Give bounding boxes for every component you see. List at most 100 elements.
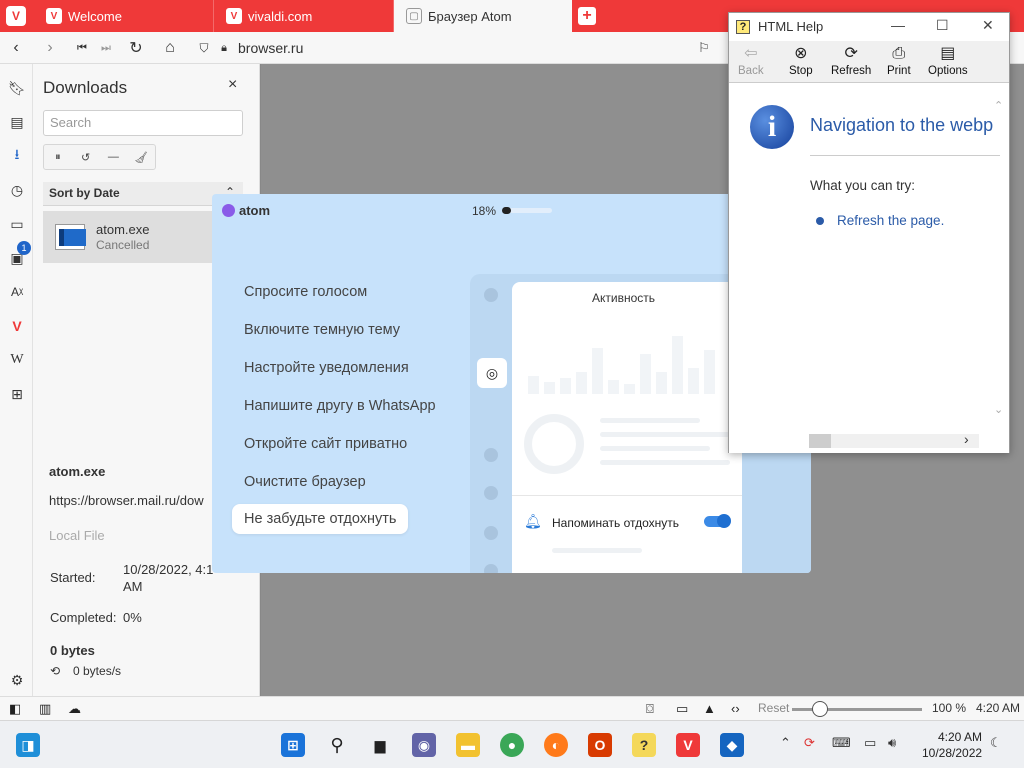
help-toolbar: ⇦ Back ⊗ Stop ⟳ Refresh ⎙ Print ▤ Options (729, 41, 1009, 83)
minimize-button[interactable]: — (891, 17, 905, 33)
help-heading: Navigation to the webp (810, 115, 994, 135)
zoom-reset[interactable]: Reset (758, 701, 789, 715)
translate-icon[interactable]: Aᵡ (7, 282, 27, 302)
activity-ring (524, 414, 584, 474)
maximize-button[interactable]: ☐ (936, 17, 949, 34)
chrome-icon[interactable]: ● (500, 733, 524, 757)
task-view-icon[interactable]: ▆ (368, 733, 392, 757)
pause-icon[interactable]: ⏸ (44, 145, 72, 169)
file-explorer-icon[interactable]: ▬ (456, 733, 480, 757)
clock-date: 10/28/2022 (922, 746, 983, 760)
detail-started-value2: AM (123, 579, 143, 594)
page-icon: ▢ (406, 8, 422, 24)
vivaldi-icon: V (226, 8, 242, 24)
window-title: HTML Help (758, 19, 824, 34)
office-icon[interactable]: O (588, 733, 612, 757)
reading-list-icon[interactable]: ▤ (7, 112, 27, 132)
forward-button[interactable]: › (40, 38, 60, 58)
widgets-icon[interactable]: ◨ (16, 733, 40, 757)
scroll-down-icon[interactable]: ⌄ (994, 403, 1003, 416)
shield-icon[interactable]: ⛉ (194, 38, 214, 58)
code-icon[interactable]: ‹› (731, 701, 740, 716)
preview-dot (484, 448, 498, 462)
vivaldi-icon[interactable]: V (7, 316, 27, 336)
history-icon[interactable]: ◷ (7, 180, 27, 200)
preview-dot (484, 564, 498, 573)
refresh-icon: ⟳ (844, 45, 858, 62)
resume-icon[interactable]: ↺ (72, 145, 100, 169)
tab-vivaldi-com[interactable]: V vivaldi.com (214, 0, 394, 32)
menu-item-dark-theme[interactable]: Включите темную тему (244, 322, 400, 338)
help-viewer-icon[interactable]: ? (632, 733, 656, 757)
vivaldi-icon[interactable]: V (676, 733, 700, 757)
detail-name: atom.exe (49, 464, 106, 479)
help-titlebar[interactable]: ? HTML Help — ☐ ✕ (729, 13, 1009, 41)
keyboard-icon[interactable]: ⌨ (832, 735, 851, 751)
add-panel-icon[interactable]: ⊞ (7, 384, 27, 404)
scroll-up-icon[interactable]: ⌃ (994, 99, 1003, 112)
taskbar-clock[interactable]: 4:20 AM 10/28/2022 (922, 729, 982, 761)
menu-item-notifications[interactable]: Настройте уведомления (244, 360, 409, 376)
home-button[interactable]: ⌂ (160, 38, 180, 58)
update-icon[interactable]: ⟳ (804, 735, 815, 751)
tab-tiling-icon[interactable]: ▥ (39, 701, 51, 717)
scroll-thumb[interactable] (809, 434, 831, 448)
cloud-icon[interactable]: ☁︎ (68, 701, 81, 717)
vivaldi-menu-icon[interactable]: V (6, 6, 26, 26)
toggle-panel-icon[interactable]: ◧ (9, 701, 21, 717)
back-button[interactable]: ‹ (6, 38, 26, 58)
progress-bar (502, 207, 552, 214)
menu-item-voice[interactable]: Спросите голосом (244, 284, 367, 300)
download-status: Cancelled (96, 238, 150, 252)
clear-icon[interactable]: 🧹︎ (127, 145, 155, 169)
tab-atom[interactable]: ▢ Браузер Atom (394, 0, 572, 32)
close-panel-button[interactable]: × (228, 76, 237, 94)
help-back-button[interactable]: ⇦ Back (738, 45, 764, 77)
help-print-button[interactable]: ⎙ Print (887, 45, 911, 77)
chevron-up-icon[interactable]: ⌃ (780, 735, 791, 751)
status-bar: ◧ ▥ ☁︎ ⌼ ▭ ▲ ‹› Reset 100 % 4:20 AM (0, 696, 1024, 720)
network-icon[interactable]: ▭ (864, 735, 876, 751)
menu-item-whatsapp[interactable]: Напишите другу в WhatsApp (244, 398, 436, 414)
scroll-right-icon[interactable]: › (964, 431, 969, 447)
menu-item-clear[interactable]: Очистите браузер (244, 474, 366, 490)
start-icon[interactable]: ⊞ (281, 733, 305, 757)
fast-forward-button[interactable]: ⏭ (96, 38, 116, 58)
window-icon[interactable]: ▭ (676, 701, 688, 717)
remove-icon[interactable]: — (100, 145, 128, 169)
bookmarks-icon[interactable]: 🔖︎ (7, 78, 27, 98)
help-stop-button[interactable]: ⊗ Stop (789, 45, 813, 77)
firefox-icon[interactable]: ◐ (544, 733, 568, 757)
installer-icon[interactable]: ◆ (720, 733, 744, 757)
close-button[interactable]: ✕ (982, 17, 994, 34)
search-input[interactable]: Search (43, 110, 243, 136)
remind-toggle[interactable] (704, 514, 731, 528)
settings-icon[interactable]: ⚙ (7, 670, 27, 690)
horizontal-scrollbar[interactable] (809, 434, 979, 448)
help-refresh-button[interactable]: ⟳ Refresh (831, 45, 871, 77)
new-tab-button[interactable]: + (578, 7, 596, 25)
volume-icon[interactable]: 🔊︎ (888, 735, 896, 751)
bookmark-icon[interactable]: ⚐ (694, 38, 714, 58)
help-options-button[interactable]: ▤ Options (928, 45, 968, 77)
image-icon[interactable]: ▲ (703, 701, 716, 716)
panel-strip: 🔖︎ ▤ ⭳ ◷ ▭ ▣ 1 Aᵡ V W ⊞ ⚙ (0, 64, 33, 696)
zoom-knob[interactable] (812, 701, 828, 717)
activity-bars (528, 332, 728, 394)
detail-url[interactable]: https://browser.mail.ru/dow (49, 493, 204, 508)
rewind-button[interactable]: ⏮ (72, 38, 92, 58)
search-icon[interactable]: ⚲ (325, 733, 349, 757)
menu-item-private[interactable]: Откройте сайт приватно (244, 436, 407, 452)
bell-icon: 🔔︎ (524, 513, 542, 529)
downloads-icon[interactable]: ⭳ (7, 146, 27, 166)
chat-icon[interactable]: ◉ (412, 733, 436, 757)
wikipedia-icon[interactable]: W (7, 350, 27, 370)
camera-icon[interactable]: ⌼ (646, 701, 654, 717)
notes-icon[interactable]: ▭ (7, 214, 27, 234)
menu-item-rest[interactable]: Не забудьте отдохнуть (232, 504, 409, 534)
url-field[interactable]: browser.ru (238, 40, 303, 56)
reload-button[interactable]: ↻ (126, 38, 146, 58)
notifications-icon[interactable]: ☾ (990, 735, 1002, 751)
tab-welcome[interactable]: V Welcome (34, 0, 214, 32)
refresh-link[interactable]: Refresh the page. (837, 213, 944, 228)
